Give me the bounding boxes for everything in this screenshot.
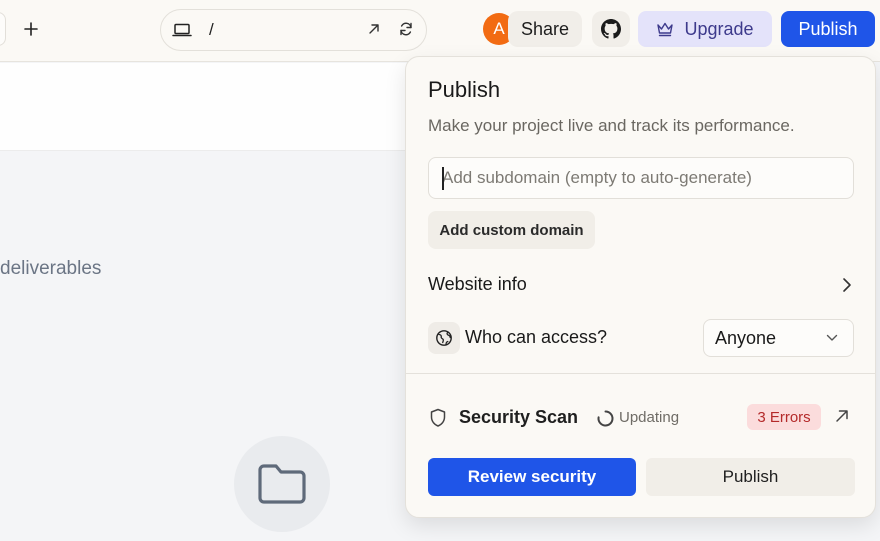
access-select-value: Anyone bbox=[715, 328, 777, 348]
review-security-button[interactable]: Review security bbox=[428, 458, 636, 496]
publish-button-top[interactable]: Publish bbox=[781, 11, 875, 47]
subdomain-input[interactable] bbox=[428, 157, 854, 199]
upgrade-button[interactable]: Upgrade bbox=[638, 11, 772, 47]
security-scan-label: Security Scan bbox=[459, 407, 579, 427]
folder-placeholder bbox=[234, 436, 330, 532]
globe-icon bbox=[436, 330, 452, 346]
access-label: Who can access? bbox=[465, 327, 608, 347]
add-custom-domain-button[interactable]: Add custom domain bbox=[428, 211, 595, 249]
publish-button[interactable]: Publish bbox=[646, 458, 855, 496]
refresh-icon[interactable] bbox=[398, 21, 414, 37]
github-icon bbox=[601, 19, 621, 39]
laptop-icon[interactable] bbox=[172, 22, 192, 38]
shield-icon bbox=[430, 408, 446, 427]
access-icon-box bbox=[428, 322, 460, 354]
popover-title: Publish bbox=[428, 77, 501, 102]
github-button[interactable] bbox=[592, 11, 630, 47]
website-info-label: Website info bbox=[428, 274, 527, 294]
publish-popover: Publish Make your project live and track… bbox=[405, 56, 876, 518]
deliverables-text: deliverables bbox=[0, 258, 102, 279]
spinner-icon bbox=[597, 410, 614, 427]
chevron-right-icon bbox=[843, 278, 851, 292]
top-bar: / A Share Upgrade Publish bbox=[0, 0, 880, 62]
share-button[interactable]: Share bbox=[508, 11, 582, 47]
text-caret bbox=[442, 167, 444, 190]
website-info-row[interactable]: Website info bbox=[428, 271, 854, 301]
folder-icon bbox=[258, 464, 306, 504]
plus-icon bbox=[24, 22, 38, 36]
arrow-up-right-icon[interactable] bbox=[834, 408, 850, 424]
arrow-up-right-icon[interactable] bbox=[367, 22, 381, 36]
new-tab-button[interactable] bbox=[18, 16, 44, 42]
url-bar[interactable]: / bbox=[160, 9, 427, 51]
errors-badge[interactable]: 3 Errors bbox=[747, 404, 821, 430]
crown-icon bbox=[657, 22, 674, 37]
access-select[interactable]: Anyone bbox=[703, 319, 854, 357]
scan-status: Updating bbox=[619, 409, 680, 426]
chevron-down-icon bbox=[826, 334, 838, 341]
url-path[interactable]: / bbox=[209, 20, 214, 40]
tab-stub[interactable] bbox=[0, 12, 6, 46]
upgrade-label: Upgrade bbox=[684, 18, 754, 39]
popover-subtitle: Make your project live and track its per… bbox=[428, 116, 795, 135]
divider bbox=[406, 373, 875, 374]
